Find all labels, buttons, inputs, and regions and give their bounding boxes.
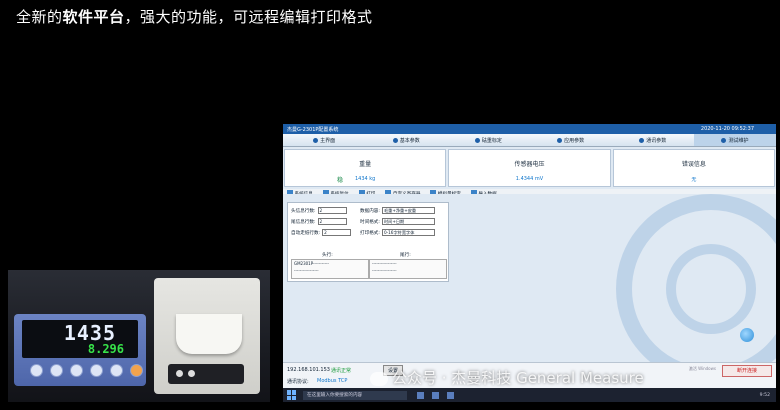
app-icon[interactable] [447,391,454,399]
indicator-button [30,364,43,377]
disconnect-button[interactable]: 断开连接 [722,365,772,377]
data-content-select[interactable]: 毛重+净重+皮重 [381,207,435,214]
headline-part1: 全新的 [16,8,63,26]
indicator-button [110,364,123,377]
nav-test-maintenance[interactable]: 测试维护 [693,134,776,146]
nav-label: 测试维护 [728,137,749,144]
settings-icon [392,137,398,143]
panel-value: 无 [691,177,697,183]
nav-label: 应用参数 [564,137,585,144]
printer-panel [168,364,244,384]
connection-status: 通讯正常 [331,368,352,374]
field-label: 数据内容: [360,208,380,214]
nav-label: 基本参数 [399,137,420,144]
printer-led-icon [188,370,195,377]
thermal-printer [154,278,260,394]
panel-title: 重量 [359,161,372,168]
nav-main[interactable]: 主界面 [283,134,365,146]
panel-title: 传感器电压 [514,161,545,168]
field-label: 头信息行数: [291,208,316,214]
head-line: ----------------- [294,268,319,273]
nav-label: 通讯参数 [646,137,667,144]
indicator-button [50,364,63,377]
main-nav: 主界面 基本参数 砝重标定 应用参数 通讯参数 测试维护 [283,134,776,147]
indicator-button [130,364,143,377]
config-window: 杰曼G-2301P配置系统 2020-11-20 09:52:37 主界面 基本… [283,124,776,388]
protocol-label: 通讯协议: [287,379,309,385]
windows-activation-hint: 激活 Windows [688,366,716,371]
scale-icon [474,137,480,143]
app-icon [557,137,563,143]
browser-icon[interactable] [417,391,424,399]
field-label: 自动走纸行数: [291,230,321,236]
reading-panels: 重量 稳 1434 kg 传感器电压 1.4344 mV 错误信息 无 [284,149,775,187]
headline-bold: 软件平台 [62,8,125,26]
taskbar-apps [417,391,454,399]
printer-led-icon [176,370,183,377]
folder-icon[interactable] [432,391,439,399]
error-panel: 错误信息 无 [612,149,775,187]
floating-assistant-icon[interactable] [740,328,754,342]
weighing-indicator: 1435 8.296 [14,314,146,386]
wechat-icon [370,371,388,386]
tail-lines-input[interactable]: 2 [317,218,347,225]
windows-taskbar: 在这里输入你要搜索的内容 9:52 [283,388,776,402]
printer-paper-roll [176,314,242,354]
sensor-voltage-panel: 传感器电压 1.4344 mV [448,149,611,187]
weight-panel: 重量 稳 1434 kg [284,149,447,187]
indicator-button [90,364,103,377]
nav-basic-params[interactable]: 基本参数 [365,134,447,146]
print-settings-area: 头信息行数: 2 尾信息行数: 2 自动走纸行数: 2 数据内容: 毛重+净重+皮重 时… [283,194,776,384]
device-ip: 192.168.101.153 [287,367,330,373]
window-title: 杰曼G-2301P配置系统 [287,126,339,133]
print-format-form: 头信息行数: 2 尾信息行数: 2 自动走纸行数: 2 数据内容: 毛重+净重+皮重 时… [287,202,449,282]
brand-logo-inner [666,244,756,334]
indicator-buttons [30,364,143,377]
panel-value: 1434 kg [354,176,376,182]
head-lines-box[interactable]: GM2301P----------- ----------------- [291,259,369,279]
device-photo: 1435 8.296 [8,270,270,402]
taskbar-clock: 9:52 [759,392,770,398]
field-label: 打印格式: [360,230,380,236]
headline: 全新的软件平台，强大的功能，可远程编辑打印格式 [16,6,373,27]
network-icon [639,137,645,143]
nav-label: 砝重标定 [481,137,502,144]
nav-label: 主界面 [320,137,336,144]
indicator-sub-reading: 8.296 [87,342,124,356]
nav-calibration[interactable]: 砝重标定 [447,134,529,146]
print-format-select[interactable]: 0-16字符宽字体 [381,229,435,236]
nav-comm-params[interactable]: 通讯参数 [612,134,694,146]
indicator-button [70,364,83,377]
field-label: 时间格式: [360,219,380,225]
head-column-title: 头行: [322,253,333,258]
windows-start-icon[interactable] [287,390,297,400]
taskbar-search-input[interactable]: 在这里输入你要搜索的内容 [303,390,407,400]
tail-line: ----------------- [372,261,397,266]
tail-line: ----------------- [372,268,397,273]
field-label: 尾信息行数: [291,219,316,225]
nav-app-params[interactable]: 应用参数 [530,134,612,146]
wrench-icon [721,137,727,143]
wechat-watermark: 公众号 · 杰曼科技 General Measure [370,367,644,388]
tail-column-title: 尾行: [400,253,411,258]
tail-lines-box[interactable]: ----------------- ----------------- [369,259,447,279]
window-clock: 2020-11-20 09:52:37 [700,126,754,132]
time-format-select[interactable]: 时间+日期 [381,218,435,225]
window-titlebar: 杰曼G-2301P配置系统 2020-11-20 09:52:37 [283,124,776,134]
headline-part2: ，强大的功能，可远程编辑打印格式 [124,8,373,26]
indicator-display: 1435 8.296 [22,320,138,358]
head-line: GM2301P----------- [294,261,329,266]
auto-feed-input[interactable]: 2 [322,229,352,236]
protocol-value: Modbus TCP [317,378,348,384]
watermark-text: 公众号 · 杰曼科技 General Measure [392,369,644,387]
home-icon [313,137,319,143]
panel-title: 错误信息 [681,161,706,168]
head-lines-input[interactable]: 2 [317,207,347,214]
panel-value: 1.4344 mV [515,176,544,182]
